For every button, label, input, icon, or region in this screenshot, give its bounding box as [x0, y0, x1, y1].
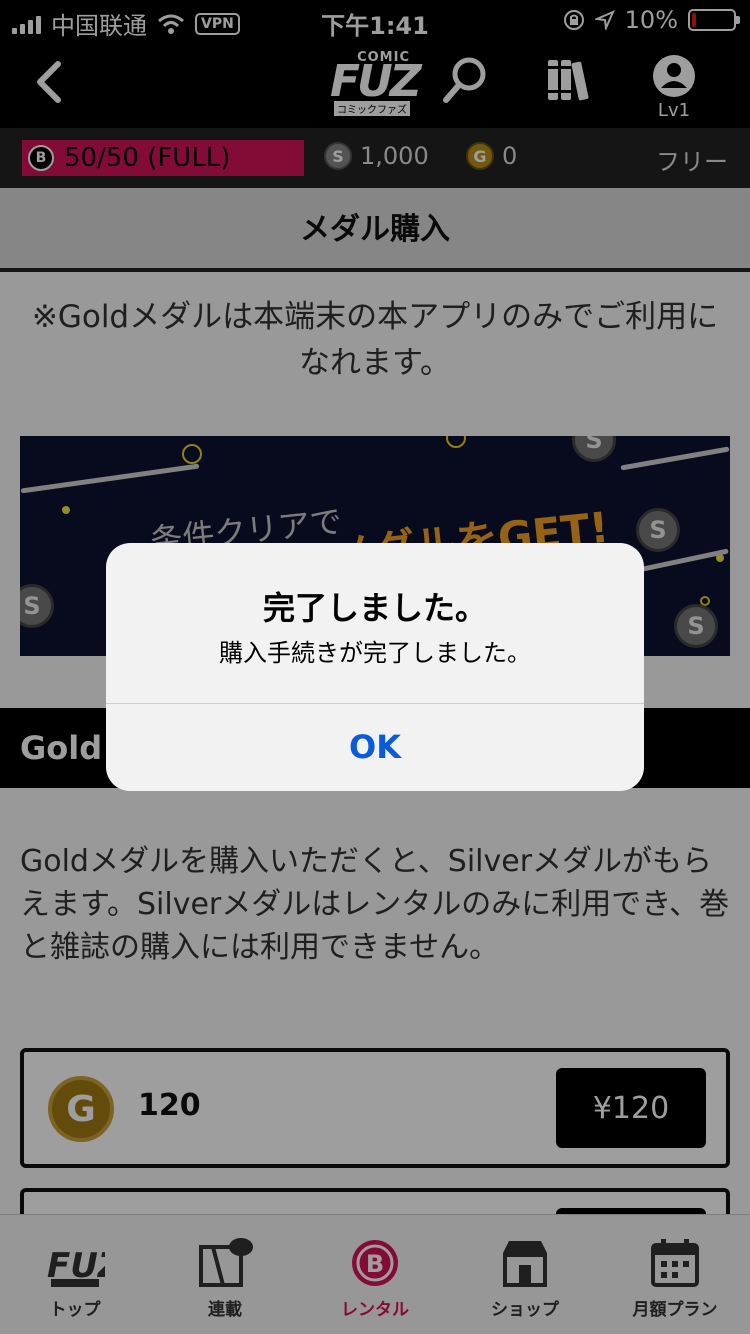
alert-title: 完了しました。 — [262, 589, 487, 627]
completion-alert: 完了しました。 購入手続きが完了しました。 OK — [106, 543, 644, 791]
alert-message: 購入手続きが完了しました。 — [219, 639, 531, 667]
ok-button[interactable]: OK — [106, 704, 644, 791]
